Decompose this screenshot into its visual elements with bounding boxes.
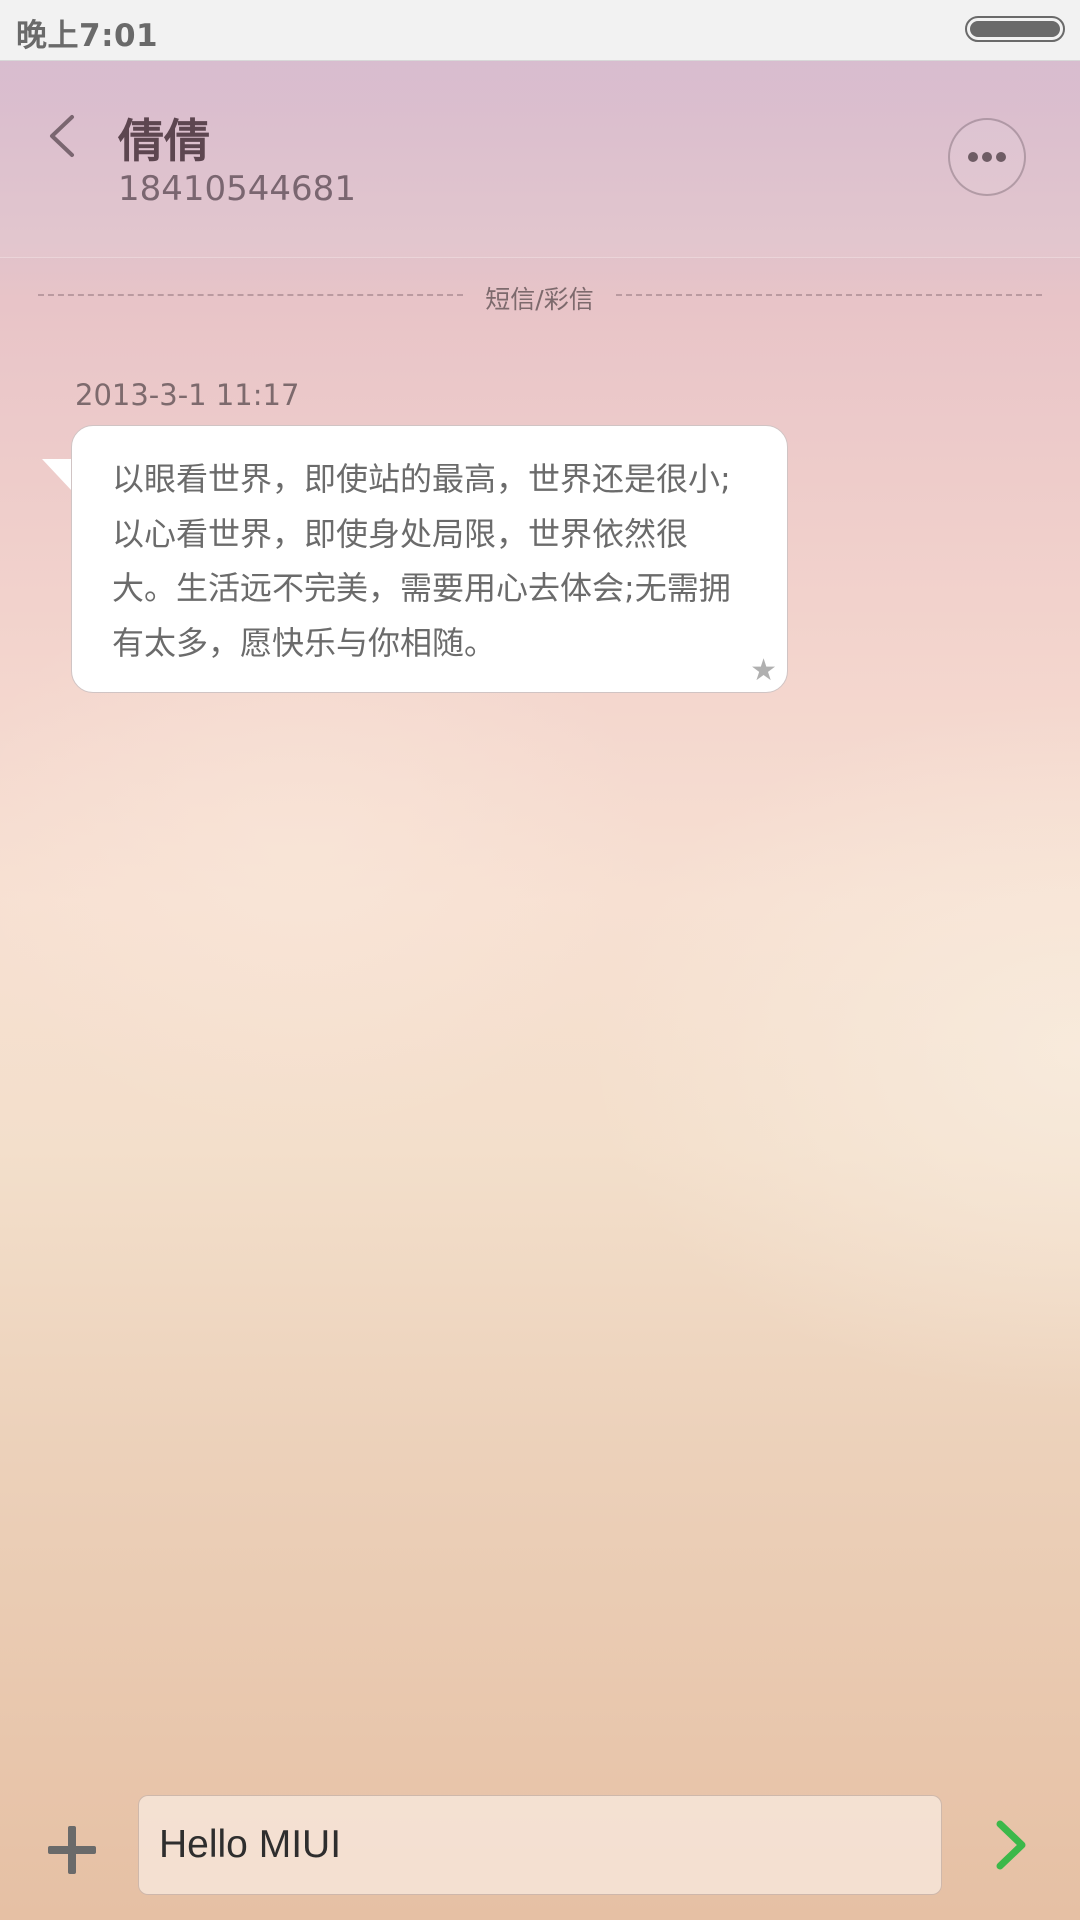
back-button[interactable] [40,105,90,165]
add-attachment-button[interactable] [44,1822,100,1878]
plus-icon [48,1826,96,1874]
star-icon: ★ [750,653,777,688]
status-time: 晚上7:01 [16,18,159,54]
message-type-divider: 短信/彩信 [38,280,1042,314]
message-text: 以眼看世界，即使站的最高，世界还是很小;以心看世界，即使身处局限，世界依然很大。… [112,460,731,662]
more-options-button[interactable] [948,118,1026,196]
contact-name: 倩倩 [118,114,210,168]
send-chevron-icon [996,1820,1026,1870]
battery-level [970,21,1060,37]
divider-line-left [38,294,463,296]
more-dots-icon [968,152,1006,162]
status-bar: 晚上7:01 [0,0,1080,61]
conversation-header: 倩倩 18410544681 [0,61,1080,258]
conversation-screen: 晚上7:01 倩倩 18410544681 短信/彩信 2013-3-1 11:… [0,0,1080,1920]
contact-number: 18410544681 [118,169,356,209]
message-input[interactable] [138,1795,942,1895]
send-button[interactable] [990,1818,1032,1872]
divider-label: 短信/彩信 [485,285,594,314]
message-timestamp: 2013-3-1 11:17 [75,378,300,412]
incoming-message-bubble[interactable]: 以眼看世界，即使站的最高，世界还是很小;以心看世界，即使身处局限，世界依然很大。… [71,425,788,693]
chevron-left-icon [50,115,74,157]
battery-icon [965,16,1065,42]
divider-line-right [616,294,1042,296]
